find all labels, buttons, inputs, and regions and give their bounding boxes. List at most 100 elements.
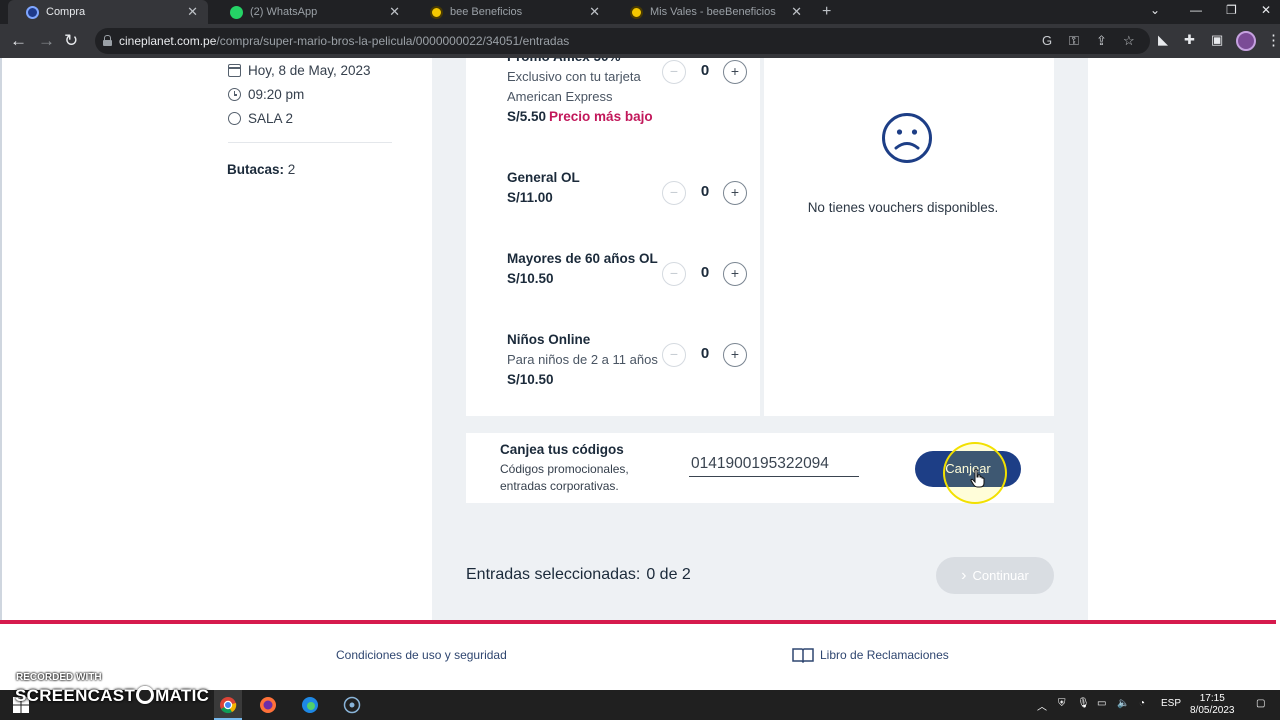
ticket-name: Promo Amex 50% (507, 58, 667, 67)
ticket-seniors: Mayores de 60 años OL S/10.50 (507, 249, 667, 289)
decrease-button[interactable]: − (662, 181, 686, 205)
no-vouchers-message: No tienes vouchers disponibles. (807, 200, 999, 215)
ticket-promo-amex: Promo Amex 50% Exclusivo con tu tarjeta … (507, 58, 667, 127)
browser-tab-bar: Compra ✕ (2) WhatsApp ✕ bee Beneficios ✕… (0, 0, 1280, 24)
close-icon[interactable]: ✕ (589, 4, 600, 20)
ticket-price: S/10.50 (507, 271, 554, 286)
system-clock[interactable]: 17:15 8/05/2023 (1190, 693, 1235, 717)
promo-code-input[interactable] (689, 451, 859, 477)
watermark-right: MATIC (155, 686, 210, 705)
info-divider (228, 142, 392, 143)
ticket-price: S/11.00 (507, 190, 553, 205)
ticket-general: General OL S/11.00 (507, 168, 667, 208)
share-icon[interactable]: ⇪ (1096, 33, 1107, 49)
quantity-value: 0 (700, 183, 710, 200)
tab-search-chevron-icon[interactable]: ⌄ (1150, 3, 1160, 17)
seats-label: Butacas: (227, 162, 285, 177)
session-date: Hoy, 8 de May, 2023 (228, 63, 371, 78)
volume-icon[interactable]: 🔈 (1117, 698, 1129, 709)
google-icon[interactable]: G (1042, 33, 1052, 48)
bee-favicon-icon (430, 5, 443, 19)
window-close-icon[interactable]: ✕ (1261, 3, 1271, 17)
terms-link[interactable]: Condiciones de uso y seguridad (336, 648, 507, 662)
edge-icon[interactable] (301, 696, 319, 714)
maximize-icon[interactable]: ❐ (1226, 3, 1237, 17)
shield-icon[interactable]: ⛨ (1058, 698, 1066, 709)
microphone-icon[interactable]: 🎙 (1077, 698, 1090, 709)
ticket-price: S/5.50 (507, 109, 547, 124)
quantity-stepper-promo-amex: − 0 + (662, 60, 748, 84)
ticket-name: Mayores de 60 años OL (507, 251, 658, 266)
puzzle-extensions-icon[interactable]: ✚ (1184, 32, 1195, 48)
continue-button[interactable]: › Continuar (936, 557, 1054, 594)
ticket-description: Exclusivo con tu tarjeta American Expres… (507, 69, 641, 104)
increase-button[interactable]: + (723, 262, 747, 286)
seats-value: 2 (287, 162, 296, 177)
firefox-icon[interactable] (259, 696, 277, 714)
session-date-text: Hoy, 8 de May, 2023 (248, 63, 371, 78)
session-time: 09:20 pm (228, 87, 304, 102)
selected-tickets-label: Entradas seleccionadas: (466, 566, 641, 583)
ticket-children: Niños Online Para niños de 2 a 11 años S… (507, 330, 667, 390)
side-panel-icon[interactable]: ▣ (1211, 32, 1223, 48)
tab-bee-beneficios[interactable]: bee Beneficios ✕ (412, 0, 610, 24)
footer-accent-line (0, 620, 1276, 624)
reload-icon[interactable]: ↻ (64, 31, 78, 51)
increase-button[interactable]: + (723, 181, 747, 205)
address-bar[interactable]: cineplanet.com.pe/compra/super-mario-bro… (95, 28, 1150, 54)
close-icon[interactable]: ✕ (389, 4, 400, 20)
watermark-left: SCREENCAST (15, 686, 136, 705)
clock-date: 8/05/2023 (1190, 705, 1235, 716)
recorded-with-label: RECORDED WITH (16, 672, 102, 683)
profile-avatar[interactable] (1236, 31, 1256, 51)
close-icon[interactable]: ✕ (791, 4, 802, 20)
ticket-name: Niños Online (507, 332, 591, 347)
bee-favicon-icon (630, 5, 643, 19)
extension-icon[interactable]: ◣ (1158, 32, 1168, 48)
hand-cursor-icon (970, 468, 985, 488)
browser-toolbar: ← → ↻ cineplanet.com.pe/compra/super-mar… (0, 24, 1280, 58)
ticket-description: Para niños de 2 a 11 años (507, 352, 658, 367)
page-viewport: Hoy, 8 de May, 2023 09:20 pm SALA 2 Buta… (0, 58, 1280, 690)
forward-arrow-icon[interactable]: → (38, 31, 55, 51)
increase-button[interactable]: + (723, 343, 747, 367)
ticket-price: S/10.50 (507, 372, 554, 387)
chrome-icon[interactable] (219, 696, 237, 714)
url-text: cineplanet.com.pe/compra/super-mario-bro… (119, 34, 570, 48)
clock-icon (228, 88, 241, 101)
tab-title: (2) WhatsApp (250, 6, 318, 18)
tray-chevron-icon[interactable]: ︿ (1037, 698, 1047, 713)
screencast-lens-icon (136, 686, 155, 704)
notifications-icon[interactable]: ▢ (1256, 698, 1265, 709)
cineplanet-favicon-icon (26, 5, 39, 19)
decrease-button[interactable]: − (662, 343, 686, 367)
tab-mis-vales[interactable]: Mis Vales - beeBeneficios ✕ (612, 0, 812, 24)
minimize-icon[interactable]: — (1190, 3, 1202, 17)
session-room: SALA 2 (228, 111, 293, 126)
screencast-app-icon[interactable] (343, 696, 361, 714)
quantity-stepper-general: − 0 + (662, 181, 748, 205)
room-icon (228, 112, 241, 125)
tab-compra[interactable]: Compra ✕ (8, 0, 208, 24)
decrease-button[interactable]: − (662, 60, 686, 84)
decrease-button[interactable]: − (662, 262, 686, 286)
increase-button[interactable]: + (723, 60, 747, 84)
key-icon[interactable]: ⚿ (1069, 33, 1079, 49)
lowest-price-badge: Precio más bajo (549, 109, 653, 124)
bookmark-star-icon[interactable]: ☆ (1123, 33, 1135, 49)
complaints-book-link[interactable]: Libro de Reclamaciones (820, 648, 949, 662)
back-arrow-icon[interactable]: ← (10, 31, 27, 51)
close-icon[interactable]: ✕ (187, 4, 198, 20)
ticket-name: General OL (507, 170, 580, 185)
browser-menu-icon[interactable]: ⋮ (1266, 31, 1280, 49)
battery-icon[interactable]: ▭ (1097, 698, 1106, 709)
session-room-text: SALA 2 (248, 111, 294, 126)
wifi-icon[interactable]: ◔ (1139, 698, 1145, 709)
new-tab-button[interactable]: + (822, 3, 831, 21)
redeem-title: Canjea tus códigos (500, 442, 624, 457)
tab-whatsapp[interactable]: (2) WhatsApp ✕ (212, 0, 410, 24)
language-indicator[interactable]: ESP (1161, 698, 1181, 709)
tab-title: bee Beneficios (450, 6, 523, 18)
book-icon (792, 648, 814, 663)
lock-icon (103, 35, 112, 46)
